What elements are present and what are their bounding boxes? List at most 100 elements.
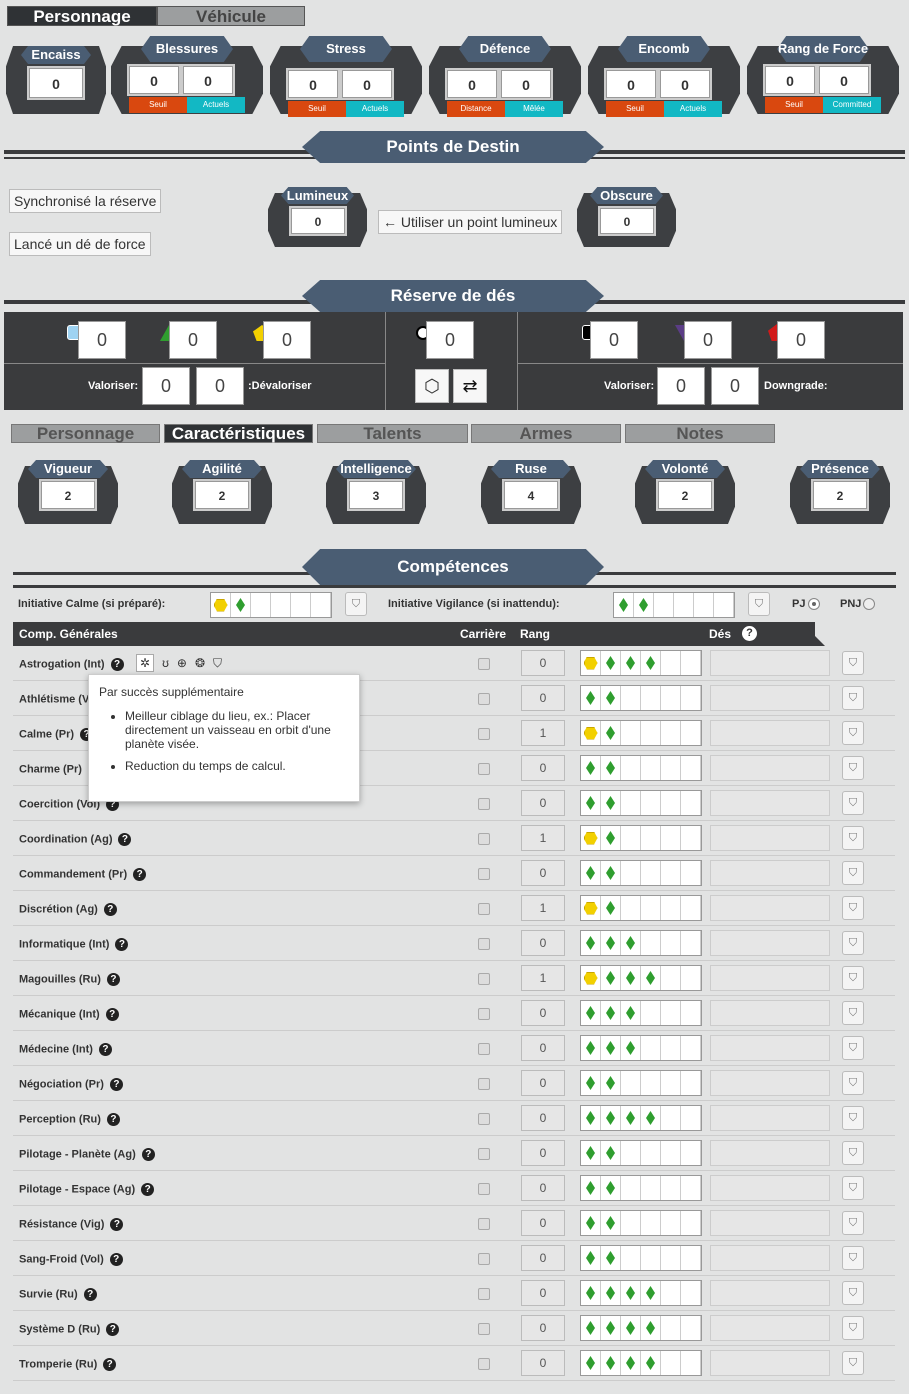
init-vigilance-roll[interactable]: ⛉ bbox=[748, 592, 770, 616]
stat-value[interactable]: 0 bbox=[604, 68, 658, 100]
encaiss-value[interactable]: 0 bbox=[27, 66, 85, 100]
dice-help-icon[interactable]: ? bbox=[742, 626, 757, 641]
skill-des[interactable] bbox=[710, 755, 830, 781]
career-checkbox[interactable] bbox=[478, 973, 490, 985]
skill-rank[interactable]: 0 bbox=[521, 1000, 565, 1026]
career-checkbox[interactable] bbox=[478, 833, 490, 845]
skill-des[interactable] bbox=[710, 930, 830, 956]
init-calme-roll[interactable]: ⛉ bbox=[345, 592, 367, 616]
skill-rank[interactable]: 1 bbox=[521, 720, 565, 746]
roll-skill-button[interactable]: ⛉ bbox=[842, 756, 864, 780]
stat-value[interactable]: 0 bbox=[127, 64, 181, 96]
career-checkbox[interactable] bbox=[478, 1183, 490, 1195]
dark-value[interactable]: 0 bbox=[598, 206, 656, 236]
skill-rank[interactable]: 0 bbox=[521, 1070, 565, 1096]
difficulty-count[interactable]: 0 bbox=[684, 321, 732, 359]
help-icon[interactable]: ? bbox=[103, 903, 117, 916]
help-icon[interactable]: ? bbox=[115, 938, 129, 951]
skill-des[interactable] bbox=[710, 650, 830, 676]
force-count[interactable]: 0 bbox=[426, 321, 474, 359]
skill-rank[interactable]: 0 bbox=[521, 1140, 565, 1166]
tab-armes[interactable]: Armes bbox=[471, 424, 621, 443]
reset-pool-button[interactable]: ⇄ bbox=[453, 369, 487, 403]
career-checkbox[interactable] bbox=[478, 728, 490, 740]
skill-rank[interactable]: 1 bbox=[521, 825, 565, 851]
skill-rank[interactable]: 0 bbox=[521, 685, 565, 711]
help-icon[interactable]: ? bbox=[133, 868, 147, 881]
help-icon[interactable]: ? bbox=[105, 1008, 119, 1021]
skill-des[interactable] bbox=[710, 1210, 830, 1236]
help-icon[interactable]: ? bbox=[98, 1043, 112, 1056]
career-checkbox[interactable] bbox=[478, 1043, 490, 1055]
proficiency-count[interactable]: 0 bbox=[263, 321, 311, 359]
roll-skill-button[interactable]: ⛉ bbox=[842, 721, 864, 745]
boost-count[interactable]: 0 bbox=[78, 321, 126, 359]
roll-skill-button[interactable]: ⛉ bbox=[842, 686, 864, 710]
skill-des[interactable] bbox=[710, 860, 830, 886]
skill-des[interactable] bbox=[710, 825, 830, 851]
career-checkbox[interactable] bbox=[478, 938, 490, 950]
skill-rank[interactable]: 1 bbox=[521, 965, 565, 991]
char-value[interactable]: 2 bbox=[656, 479, 714, 511]
roll-dice-button[interactable]: ⬡ bbox=[415, 369, 449, 403]
career-checkbox[interactable] bbox=[478, 1358, 490, 1370]
roll-skill-button[interactable]: ⛉ bbox=[842, 1246, 864, 1270]
roll-skill-button[interactable]: ⛉ bbox=[842, 931, 864, 955]
skill-rank[interactable]: 0 bbox=[521, 1210, 565, 1236]
challenge-count[interactable]: 0 bbox=[777, 321, 825, 359]
tab-notes[interactable]: Notes bbox=[625, 424, 775, 443]
skill-des[interactable] bbox=[710, 895, 830, 921]
upgrade-right-2[interactable]: 0 bbox=[711, 367, 759, 405]
skill-des[interactable] bbox=[710, 1350, 830, 1376]
career-checkbox[interactable] bbox=[478, 1148, 490, 1160]
help-icon[interactable]: ? bbox=[103, 1358, 117, 1371]
roll-skill-button[interactable]: ⛉ bbox=[842, 1281, 864, 1305]
char-value[interactable]: 2 bbox=[811, 479, 869, 511]
help-icon[interactable]: ? bbox=[110, 658, 124, 671]
help-icon[interactable]: ? bbox=[118, 833, 132, 846]
career-checkbox[interactable] bbox=[478, 1113, 490, 1125]
roll-skill-button[interactable]: ⛉ bbox=[842, 1316, 864, 1340]
skill-des[interactable] bbox=[710, 1070, 830, 1096]
help-icon[interactable]: ? bbox=[141, 1183, 155, 1196]
help-icon[interactable]: ? bbox=[106, 1113, 120, 1126]
char-value[interactable]: 3 bbox=[347, 479, 405, 511]
roll-skill-button[interactable]: ⛉ bbox=[842, 966, 864, 990]
career-checkbox[interactable] bbox=[478, 693, 490, 705]
skill-rank[interactable]: 0 bbox=[521, 1245, 565, 1271]
tab-caracteristiques[interactable]: Caractéristiques bbox=[164, 424, 313, 443]
skill-rank[interactable]: 1 bbox=[521, 895, 565, 921]
roll-skill-button[interactable]: ⛉ bbox=[842, 1001, 864, 1025]
stat-value[interactable]: 0 bbox=[445, 68, 499, 100]
skill-des[interactable] bbox=[710, 790, 830, 816]
skill-rank[interactable]: 0 bbox=[521, 1280, 565, 1306]
char-value[interactable]: 2 bbox=[39, 479, 97, 511]
help-icon[interactable]: ? bbox=[110, 1218, 124, 1231]
skill-des[interactable] bbox=[710, 1315, 830, 1341]
skill-des[interactable] bbox=[710, 1280, 830, 1306]
career-checkbox[interactable] bbox=[478, 1253, 490, 1265]
pj-radio[interactable] bbox=[808, 598, 820, 610]
sync-pool-button[interactable]: Synchronisé la réserve bbox=[9, 189, 162, 213]
help-icon[interactable]: ? bbox=[141, 1148, 155, 1161]
career-checkbox[interactable] bbox=[478, 1008, 490, 1020]
skill-rank[interactable]: 0 bbox=[521, 1035, 565, 1061]
upgrade-left-2[interactable]: 0 bbox=[196, 367, 244, 405]
char-value[interactable]: 2 bbox=[193, 479, 251, 511]
roll-skill-button[interactable]: ⛉ bbox=[842, 651, 864, 675]
roll-skill-button[interactable]: ⛉ bbox=[842, 826, 864, 850]
light-value[interactable]: 0 bbox=[289, 206, 347, 236]
stat-value[interactable]: 0 bbox=[499, 68, 553, 100]
tab-personnage[interactable]: Personnage bbox=[7, 6, 157, 26]
career-checkbox[interactable] bbox=[478, 1218, 490, 1230]
help-icon[interactable]: ? bbox=[106, 973, 120, 986]
tab-vehicule[interactable]: Véhicule bbox=[157, 6, 305, 26]
career-checkbox[interactable] bbox=[478, 1323, 490, 1335]
skill-rank[interactable]: 0 bbox=[521, 755, 565, 781]
help-icon[interactable]: ? bbox=[109, 1253, 123, 1266]
triumph-icon[interactable]: ✲ bbox=[136, 654, 155, 672]
skill-rank[interactable]: 0 bbox=[521, 930, 565, 956]
upgrade-right-1[interactable]: 0 bbox=[657, 367, 705, 405]
career-checkbox[interactable] bbox=[478, 658, 490, 670]
roll-skill-button[interactable]: ⛉ bbox=[842, 1106, 864, 1130]
